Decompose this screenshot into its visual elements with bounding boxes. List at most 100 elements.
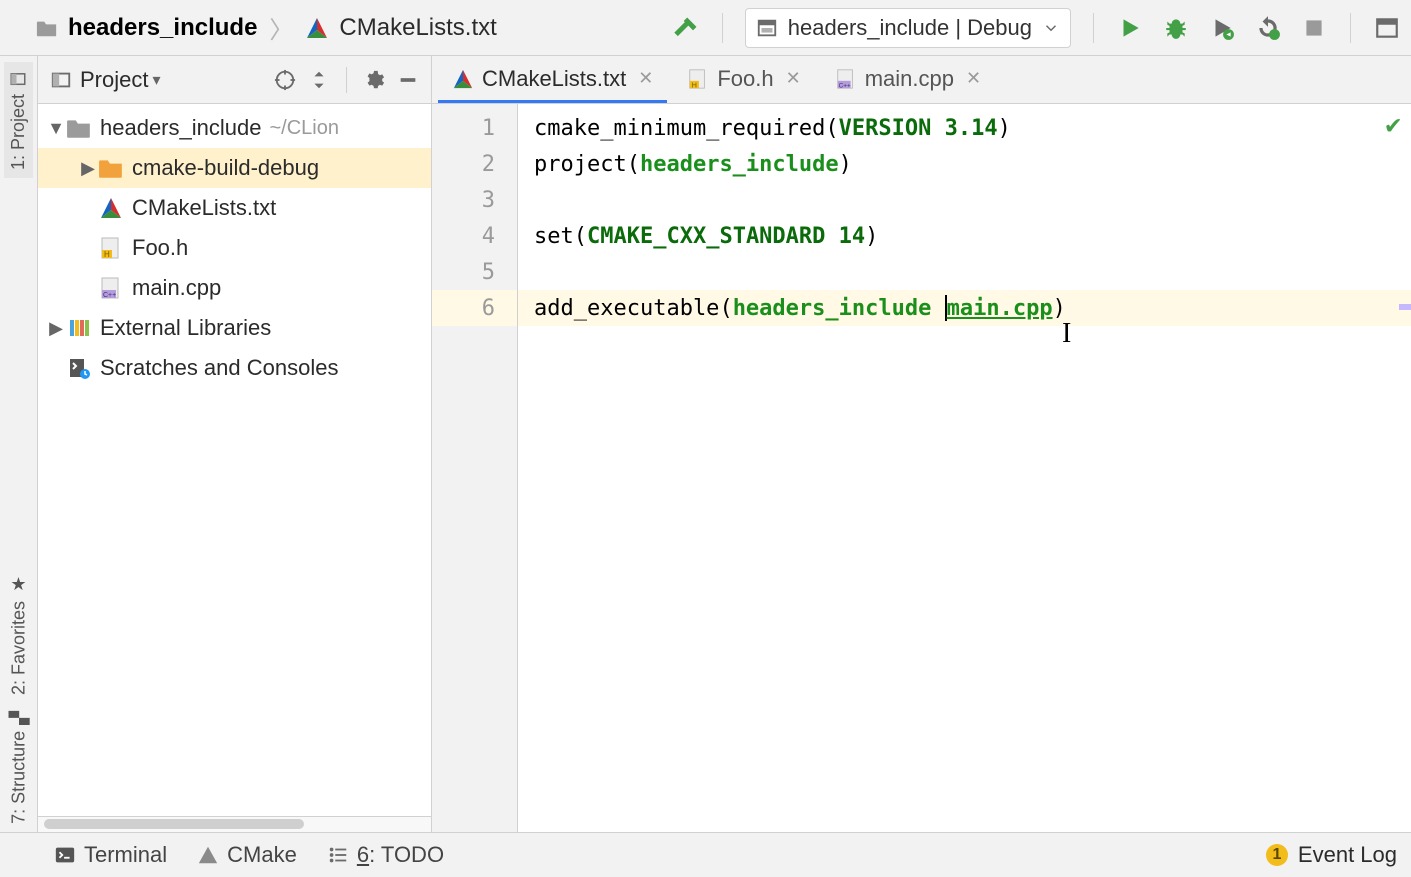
editor-tab[interactable]: CMakeLists.txt ✕ — [438, 57, 667, 103]
tree-label: Foo.h — [132, 235, 188, 261]
close-tab-button[interactable]: ✕ — [966, 68, 981, 89]
tool-window-cmake-button[interactable]: CMake — [197, 842, 297, 868]
select-opened-file-button[interactable] — [274, 69, 296, 91]
gutter-line-number[interactable]: 1 — [432, 110, 517, 146]
error-stripe-marker[interactable] — [1399, 304, 1411, 310]
close-tab-button[interactable]: ✕ — [786, 68, 801, 89]
hammer-icon — [672, 14, 700, 42]
layout-button[interactable] — [1373, 14, 1401, 42]
status-cmake-label: CMake — [227, 842, 297, 868]
editor-tab[interactable]: Foo.h✕ — [673, 57, 814, 103]
tree-label: CMakeLists.txt — [132, 195, 276, 221]
token-punc: ( — [574, 224, 587, 249]
tool-window-favorites-button[interactable]: 2: Favorites ★ — [4, 566, 34, 703]
token-id: cmake_minimum_required — [534, 116, 825, 141]
token-punc: ) — [839, 152, 852, 177]
run-config-selector[interactable]: headers_include | Debug — [745, 8, 1071, 48]
project-rail-icon — [10, 70, 28, 88]
structure-icon: ▞ — [8, 711, 30, 725]
code-line[interactable] — [518, 182, 1411, 218]
settings-button[interactable] — [363, 69, 385, 91]
tool-window-todo-button[interactable]: 6: TODO — [327, 842, 444, 868]
debug-button[interactable] — [1162, 14, 1190, 42]
gutter-line-number[interactable]: 5 — [432, 254, 517, 290]
file-type-icon — [835, 68, 857, 90]
tree-label: main.cpp — [132, 275, 221, 301]
gutter-line-number[interactable]: 3 — [432, 182, 517, 218]
tree-project-root[interactable]: ▼ headers_include ~/CLion — [38, 108, 431, 148]
token-id — [825, 224, 838, 249]
breadcrumb[interactable]: headers_include 〉 CMakeLists.txt — [36, 10, 662, 45]
gutter-line-number[interactable]: 4 — [432, 218, 517, 254]
run-button[interactable] — [1116, 14, 1144, 42]
token-id: project — [534, 152, 627, 177]
token-punc: ) — [865, 224, 878, 249]
header-file-icon — [98, 236, 124, 260]
bug-icon — [1163, 15, 1189, 41]
coverage-button[interactable] — [1208, 14, 1236, 42]
scratches-icon — [66, 356, 92, 380]
cmake-icon — [98, 196, 124, 220]
breadcrumb-project[interactable]: headers_include — [68, 14, 257, 42]
toolbar-separator — [722, 13, 723, 43]
disclosure-open-icon[interactable]: ▼ — [46, 118, 66, 139]
tree-file-foo-h[interactable]: Foo.h — [38, 228, 431, 268]
token-kw: CMAKE_CXX_STANDARD — [587, 224, 825, 249]
status-terminal-label: Terminal — [84, 842, 167, 868]
project-tree[interactable]: ▼ headers_include ~/CLion ▶ cmake-build-… — [38, 104, 431, 816]
disclosure-closed-icon[interactable]: ▶ — [78, 158, 98, 179]
project-panel-header: Project ▾ — [38, 56, 431, 104]
tool-window-terminal-button[interactable]: Terminal — [54, 842, 167, 868]
tree-external-libraries[interactable]: ▶ External Libraries — [38, 308, 431, 348]
editor[interactable]: 123456 ✔ I cmake_minimum_required(VERSIO… — [432, 104, 1411, 832]
tree-file-main-cpp[interactable]: main.cpp — [38, 268, 431, 308]
file-type-icon — [452, 68, 474, 90]
code-line[interactable]: project(headers_include) — [518, 146, 1411, 182]
project-view-selector[interactable]: Project ▾ — [80, 67, 161, 93]
build-button[interactable] — [672, 14, 700, 42]
code-line[interactable]: cmake_minimum_required(VERSION 3.14) — [518, 110, 1411, 146]
cmake-icon — [305, 16, 329, 40]
breadcrumb-file[interactable]: CMakeLists.txt — [339, 14, 496, 42]
token-kw: VERSION — [839, 116, 932, 141]
token-id — [931, 296, 944, 321]
tool-window-project-button[interactable]: 1: Project — [4, 62, 33, 178]
status-todo-mnemonic: 6 — [357, 842, 369, 867]
run-config-label: headers_include | Debug — [788, 15, 1032, 41]
hide-panel-button[interactable] — [397, 69, 419, 91]
chevron-down-icon: ▾ — [152, 70, 160, 90]
gutter-line-number[interactable]: 2 — [432, 146, 517, 182]
code-line[interactable]: set(CMAKE_CXX_STANDARD 14) — [518, 218, 1411, 254]
token-id: set — [534, 224, 574, 249]
tool-window-structure-button[interactable]: 7: Structure ▞ — [4, 703, 34, 832]
libraries-icon — [66, 316, 92, 340]
scrollbar-thumb[interactable] — [44, 819, 304, 829]
editor-tab[interactable]: main.cpp ✕ — [821, 57, 995, 103]
stop-button[interactable] — [1300, 14, 1328, 42]
rerun-icon — [1255, 15, 1281, 41]
tab-label: main.cpp — [865, 66, 954, 92]
token-id: add_executable — [534, 296, 719, 321]
profile-button[interactable] — [1254, 14, 1282, 42]
tree-file-cmakelists[interactable]: CMakeLists.txt — [38, 188, 431, 228]
tree-scratches[interactable]: Scratches and Consoles — [38, 348, 431, 388]
event-log-button[interactable]: 1 Event Log — [1266, 842, 1397, 868]
status-event-log-label: Event Log — [1298, 842, 1397, 868]
folder-icon — [66, 116, 92, 140]
tab-label: CMakeLists.txt — [482, 66, 626, 92]
tree-folder-cmake-build-debug[interactable]: ▶ cmake-build-debug — [38, 148, 431, 188]
tool-window-project-label: 1: Project — [8, 94, 29, 170]
editor-code[interactable]: ✔ I cmake_minimum_required(VERSION 3.14)… — [518, 104, 1411, 832]
tree-hint: ~/CLion — [269, 117, 339, 140]
editor-gutter[interactable]: 123456 — [432, 104, 518, 832]
disclosure-closed-icon[interactable]: ▶ — [46, 318, 66, 339]
left-tool-rail: 1: Project 2: Favorites ★ 7: Structure ▞ — [0, 56, 38, 832]
code-line[interactable] — [518, 254, 1411, 290]
star-icon: ★ — [8, 574, 30, 595]
horizontal-scrollbar[interactable] — [38, 816, 431, 832]
gutter-line-number[interactable]: 6 — [432, 290, 517, 326]
collapse-all-button[interactable] — [308, 69, 330, 91]
project-view-label: Project — [80, 67, 148, 93]
code-line[interactable]: add_executable(headers_include main.cpp) — [518, 290, 1411, 326]
close-tab-button[interactable]: ✕ — [638, 68, 653, 89]
